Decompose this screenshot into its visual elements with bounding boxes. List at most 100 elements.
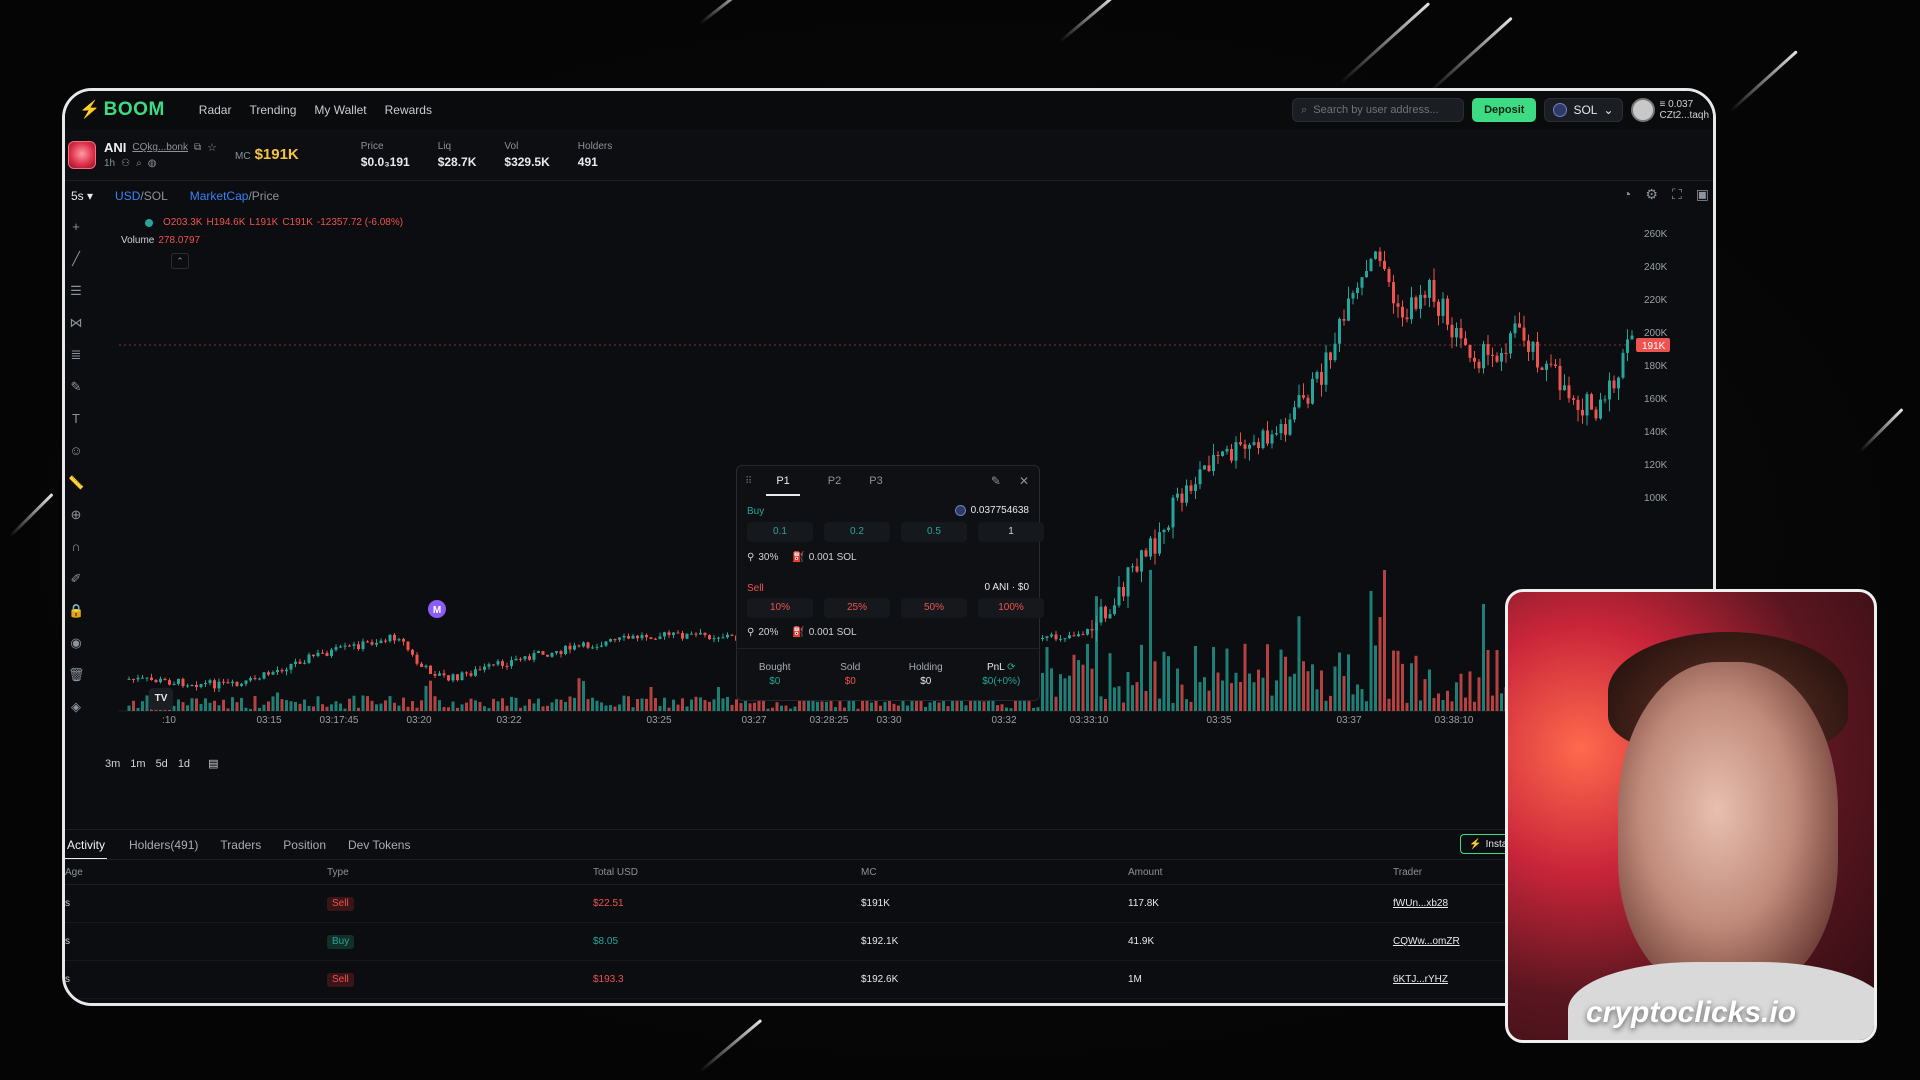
nav-rewards[interactable]: Rewards — [385, 103, 432, 117]
fib-icon[interactable]: ≣ — [68, 344, 84, 366]
range-1d[interactable]: 1d — [178, 758, 190, 770]
sell-settings[interactable]: ⚲ 20% ⛽ 0.001 SOL — [747, 627, 857, 638]
usd-option[interactable]: USD — [115, 189, 140, 203]
volume-bar — [883, 701, 887, 711]
sell-percent-button[interactable]: 25% — [824, 598, 890, 618]
tab-position[interactable]: Position — [283, 838, 326, 852]
collapse-legend-button[interactable]: ⌃ — [171, 253, 189, 269]
trendline-icon[interactable]: ╱ — [68, 248, 84, 270]
tab-p3[interactable]: P3 — [869, 466, 882, 496]
range-1m[interactable]: 1m — [130, 758, 145, 770]
tab-holders[interactable]: Holders(491) — [129, 838, 198, 852]
buy-settings[interactable]: ⚲ 30% ⛽ 0.001 SOL — [747, 552, 857, 563]
star-icon[interactable]: ☆ — [207, 141, 217, 154]
text-icon[interactable]: T — [68, 408, 84, 430]
trash-icon[interactable]: 🗑 — [68, 664, 85, 686]
eye-icon[interactable]: ◉ — [68, 632, 84, 654]
deposit-button[interactable]: Deposit — [1472, 98, 1537, 122]
table-row[interactable]: s Sell $193.3 $192.6K 1M 6KTJ...rYHZ — [65, 961, 1713, 999]
range-5d[interactable]: 5d — [156, 758, 168, 770]
volume-bar — [946, 706, 950, 711]
sol-balance-value: 0.037754638 — [970, 505, 1029, 516]
ruler-icon[interactable]: 📏 — [68, 472, 84, 494]
candle-body — [546, 654, 549, 657]
layers-icon[interactable]: ◈ — [68, 696, 84, 718]
tab-dev-tokens[interactable]: Dev Tokens — [348, 838, 410, 852]
buy-amount-button[interactable]: 0.1 — [747, 522, 813, 542]
table-row[interactable]: s Buy $8.05 $192.1K 41.9K CQWw...omZR — [65, 923, 1713, 961]
nav-radar[interactable]: Radar — [199, 103, 232, 117]
currency-select[interactable]: SOL ⌄ — [1544, 98, 1623, 122]
bottom-tabs: Activity Holders(491) Traders Position D… — [65, 829, 1713, 860]
candle-body — [1081, 634, 1085, 636]
copy-icon[interactable]: ⧉ — [194, 142, 201, 153]
trader-link[interactable]: CQWw...omZR — [1393, 923, 1460, 961]
sol-balance: 0.037754638 — [954, 505, 1029, 516]
token-address[interactable]: CQkg...bonk — [132, 142, 188, 153]
col-age[interactable]: Age — [65, 860, 83, 886]
buy-amount-button[interactable]: 0.5 — [901, 522, 967, 542]
range-3m[interactable]: 3m — [105, 758, 120, 770]
sell-percent-button[interactable]: 100% — [978, 598, 1044, 618]
app-logo[interactable]: ⚡ BOOM — [79, 99, 165, 121]
user-icon[interactable]: ⚇ — [121, 158, 130, 169]
drag-handle-icon[interactable]: ⠿ — [745, 476, 752, 487]
tradingview-logo[interactable]: TV — [149, 688, 173, 710]
price-option[interactable]: Price — [252, 189, 279, 203]
volume-bar — [1113, 687, 1116, 711]
col-mc[interactable]: MC — [861, 860, 877, 886]
settings-icon[interactable]: ⚙ — [1645, 186, 1658, 203]
buy-amount-button[interactable]: 1 — [978, 522, 1044, 542]
fullscreen-icon[interactable]: ⛶ — [1672, 186, 1682, 203]
nav-trending[interactable]: Trending — [249, 103, 296, 117]
edit-icon[interactable]: ✎ — [991, 474, 1001, 488]
volume-bar — [672, 699, 675, 711]
timeframe-select[interactable]: 5s ▾ — [71, 189, 93, 203]
candle-body — [618, 637, 621, 640]
ohlc-close: C191K — [282, 217, 313, 228]
lock-draw-icon[interactable]: ✐ — [68, 568, 84, 590]
tab-traders[interactable]: Traders — [220, 838, 261, 852]
lock-icon[interactable]: 🔒 — [68, 600, 84, 622]
sell-percent-button[interactable]: 10% — [747, 598, 813, 618]
globe-icon[interactable]: ◍ — [148, 158, 157, 169]
share-icon[interactable]: ⟳ — [1007, 662, 1015, 673]
pattern-icon[interactable]: ⋈ — [68, 312, 84, 334]
brush-icon[interactable]: ✎ — [68, 376, 84, 398]
search-icon[interactable]: ⌕ — [136, 158, 142, 169]
trader-link[interactable]: 6KTJ...rYHZ — [1393, 961, 1448, 999]
emoji-icon[interactable]: ☺ — [68, 440, 84, 462]
metric-toggle[interactable]: MarketCap/Price — [190, 189, 279, 203]
col-type[interactable]: Type — [327, 860, 349, 886]
crosshair-icon[interactable]: + — [68, 216, 84, 238]
time-axis-label: 03:32 — [991, 715, 1016, 726]
camera-icon[interactable]: ▣ — [1696, 186, 1709, 203]
candle-body — [325, 653, 329, 656]
volume-bar — [406, 706, 410, 711]
col-total-usd[interactable]: Total USD — [593, 860, 638, 886]
close-icon[interactable]: ✕ — [1019, 474, 1029, 488]
horizontal-lines-icon[interactable]: ☰ — [68, 280, 84, 302]
volume-bar — [442, 706, 446, 711]
currency-toggle[interactable]: USD/SOL — [115, 189, 168, 203]
magnet-icon[interactable]: ∩ — [68, 536, 84, 558]
user-menu[interactable]: ≡ 0.037 CZt2...taqh — [1630, 98, 1709, 122]
tab-activity[interactable]: Activity — [65, 830, 108, 860]
table-row[interactable]: s Sell $22.51 $191K 117.8K fWUn...xb28 — [65, 885, 1713, 923]
tab-p2[interactable]: P2 — [828, 466, 841, 496]
zoom-in-icon[interactable]: ⊕ — [68, 504, 84, 526]
indicator-icon[interactable]: ◔ — [1623, 186, 1631, 203]
search-input[interactable]: ⌕ Search by user address... — [1292, 98, 1465, 122]
candle-body — [235, 681, 239, 686]
search-placeholder: Search by user address... — [1313, 104, 1439, 116]
marketcap-option[interactable]: MarketCap — [190, 189, 249, 203]
buy-amount-button[interactable]: 0.2 — [824, 522, 890, 542]
sol-option[interactable]: SOL — [144, 189, 168, 203]
calendar-icon[interactable]: ▤ — [208, 757, 218, 770]
trader-link[interactable]: fWUn...xb28 — [1393, 885, 1448, 923]
sell-percent-button[interactable]: 50% — [901, 598, 967, 618]
candle-body — [1401, 306, 1404, 318]
tab-p1[interactable]: P1 — [766, 466, 800, 496]
nav-my-wallet[interactable]: My Wallet — [314, 103, 366, 117]
volume-bar — [1342, 675, 1346, 711]
